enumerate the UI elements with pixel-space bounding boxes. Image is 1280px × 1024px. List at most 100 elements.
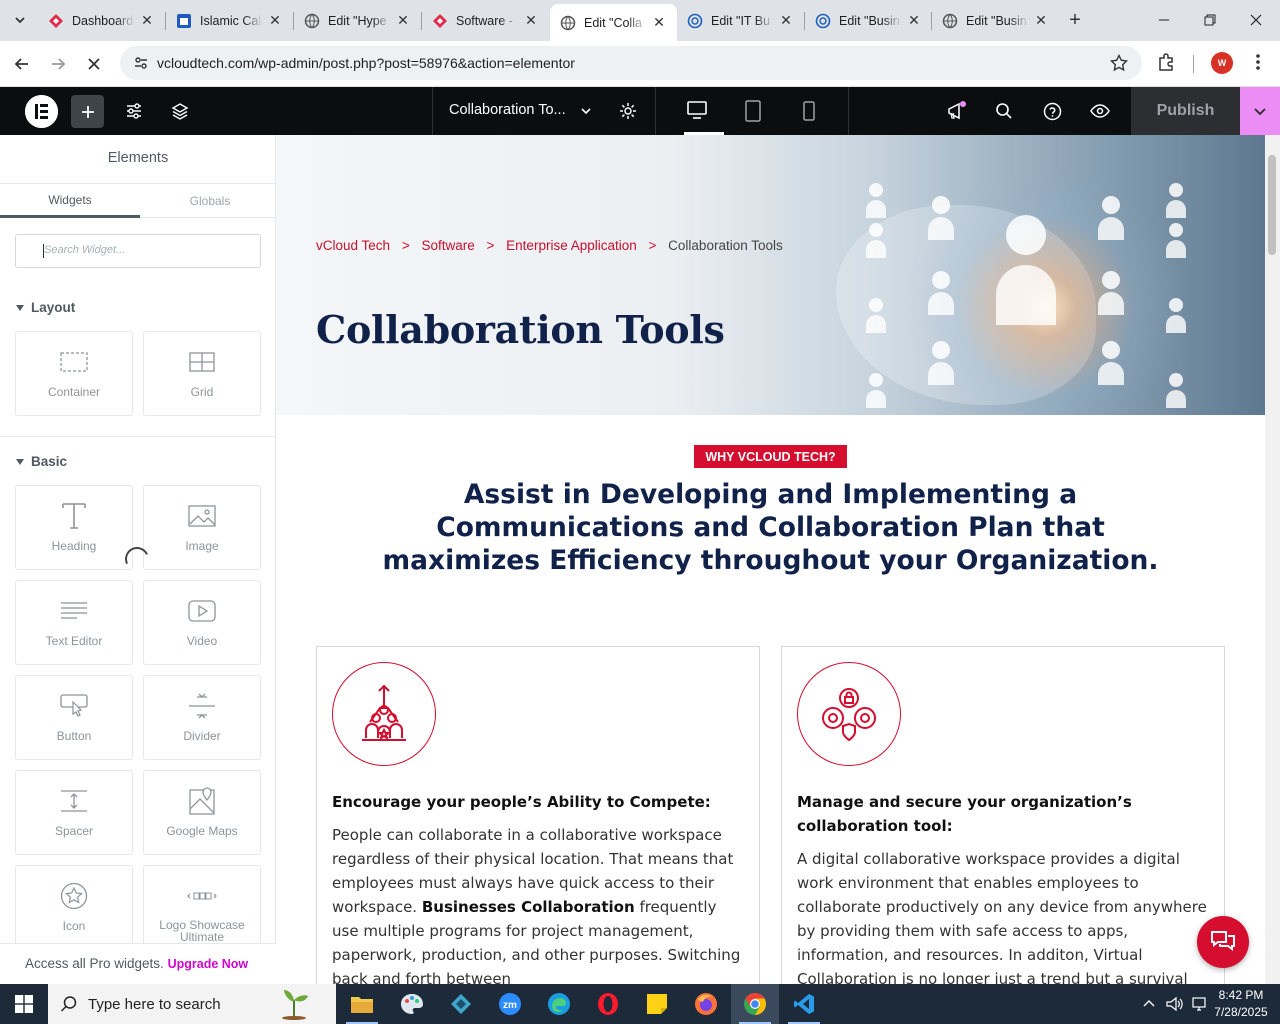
sticky-notes-taskbar-button[interactable] [633,984,681,1024]
restore-button[interactable] [1187,0,1233,40]
widget-video[interactable]: Video [143,580,261,665]
opera-icon [598,993,618,1015]
widget-icon[interactable]: Icon [15,865,133,950]
tab-widgets[interactable]: Widgets [0,184,140,218]
hero-banner: vCloud Tech > Software > Enterprise Appl… [276,135,1265,415]
close-icon [88,58,100,70]
widget-text-editor[interactable]: Text Editor [15,580,133,665]
widget-divider[interactable]: Divider [143,675,261,760]
start-button[interactable] [0,984,48,1024]
notifications-button[interactable] [946,101,966,121]
extensions-puzzle-icon[interactable] [1157,52,1177,72]
why-badge[interactable]: WHY VCLOUD TECH? [694,445,847,468]
close-icon[interactable]: ✕ [651,14,667,31]
widget-container[interactable]: Container [15,331,133,416]
elementor-logo-button[interactable] [25,95,58,128]
close-icon[interactable]: ✕ [778,12,794,29]
help-button[interactable] [1042,101,1062,121]
taskbar-clock[interactable]: 8:42 PM 7/28/2025 [1206,987,1276,1021]
preview-button[interactable] [1090,101,1110,121]
chat-button[interactable] [1197,916,1249,968]
browser-tab[interactable]: Dashboard ✕ [38,4,165,37]
close-icon[interactable]: ✕ [906,12,922,29]
publish-button[interactable]: Publish [1131,87,1240,135]
browser-tab-active[interactable]: Edit "Colla ✕ [550,4,677,41]
grid-icon [187,347,217,377]
stop-loading-button[interactable] [80,50,108,78]
taskbar-search[interactable]: Type here to search [48,984,336,1024]
edge-taskbar-button[interactable] [535,984,583,1024]
close-window-button[interactable] [1233,0,1279,40]
canvas-scrollbar[interactable] [1265,135,1280,984]
svg-text:zm: zm [503,1000,517,1011]
tab-title: Edit "Busin [839,13,900,28]
tab-title: Islamic Cal [200,13,262,28]
widget-grid[interactable]: Grid [143,331,261,416]
new-tab-button[interactable]: + [1063,8,1087,32]
browser-tab[interactable]: Software - ✕ [422,4,549,37]
finder-button[interactable] [994,101,1014,121]
paint-taskbar-button[interactable] [388,984,436,1024]
breadcrumb-link[interactable]: Enterprise Application [506,238,637,253]
tablet-icon[interactable] [745,100,761,122]
category-layout-toggle[interactable]: Layout [16,300,75,315]
category-basic-toggle[interactable]: Basic [16,454,67,469]
opera-taskbar-button[interactable] [584,984,632,1024]
feature-card[interactable]: Manage and secure your organization’s co… [781,646,1225,984]
caret-down-icon [16,304,24,311]
browser-tab[interactable]: Edit "Hype ✕ [294,4,421,37]
widget-google-maps[interactable]: Google Maps [143,770,261,855]
vscode-taskbar-button[interactable] [780,984,828,1024]
widget-spacer[interactable]: Spacer [15,770,133,855]
page-title[interactable]: Collaboration Tools [316,307,725,352]
browser-tab[interactable]: Islamic Cal ✕ [166,4,293,37]
browser-tab[interactable]: Edit "IT Bu ✕ [677,4,804,37]
profile-avatar[interactable]: W [1211,52,1233,74]
address-bar[interactable]: vcloudtech.com/wp-admin/post.php?post=58… [120,46,1142,80]
widget-image[interactable]: Image [143,485,261,570]
back-button[interactable] [8,50,36,78]
structure-button[interactable] [170,101,190,121]
desktop-icon[interactable] [687,101,707,119]
file-explorer-taskbar-button[interactable] [338,984,386,1024]
breadcrumb-link[interactable]: vCloud Tech [316,238,390,253]
chrome-taskbar-button[interactable] [731,984,779,1024]
tab-search-button[interactable] [7,7,33,33]
forward-button[interactable] [44,50,72,78]
browser-tab[interactable]: Edit "Busin ✕ [805,4,932,37]
publish-options-button[interactable] [1240,87,1280,135]
close-icon[interactable]: ✕ [267,12,283,29]
upgrade-now-link[interactable]: Upgrade Now [168,957,249,971]
browser-tab[interactable]: Edit "Busin ✕ [932,4,1059,37]
widget-search-input[interactable]: Search Widget... [15,234,261,268]
breadcrumb-link[interactable]: Software [421,238,474,253]
bookmark-star-icon [1110,54,1128,72]
widget-heading[interactable]: Heading [15,485,133,570]
widget-logo-showcase[interactable]: Logo Showcase Ultimate [143,865,261,950]
add-element-button[interactable] [71,95,104,128]
firefox-taskbar-button[interactable] [682,984,730,1024]
close-icon[interactable]: ✕ [1033,12,1049,29]
close-icon[interactable]: ✕ [139,12,155,29]
more-menu-icon[interactable] [1250,52,1266,72]
taskbar-search-placeholder: Type here to search [88,995,221,1013]
close-icon[interactable]: ✕ [395,12,411,29]
chevron-up-icon[interactable] [1142,997,1156,1011]
close-icon[interactable]: ✕ [523,12,539,29]
document-name: Collaboration To... [449,102,566,118]
mobile-icon[interactable] [803,101,815,121]
site-settings-button[interactable] [124,101,144,121]
tab-title: Edit "Colla [584,15,642,30]
document-selector[interactable]: Collaboration To... [432,87,656,135]
widget-button[interactable]: Button [15,675,133,760]
widget-label: Logo Showcase Ultimate [159,918,245,944]
gear-icon[interactable] [618,101,638,121]
feature-card[interactable]: Encourage your people’s Ability to Compe… [316,646,760,984]
volume-icon[interactable] [1166,996,1184,1012]
zoom-taskbar-button[interactable]: zm [486,984,534,1024]
pro-upsell-footer: Access all Pro widgets. Upgrade Now [0,943,276,984]
app-taskbar-button[interactable] [437,984,485,1024]
minimize-button[interactable] [1141,0,1187,40]
tab-globals[interactable]: Globals [140,184,280,218]
section-headline[interactable]: Assist in Developing and Implementing a … [356,478,1185,577]
